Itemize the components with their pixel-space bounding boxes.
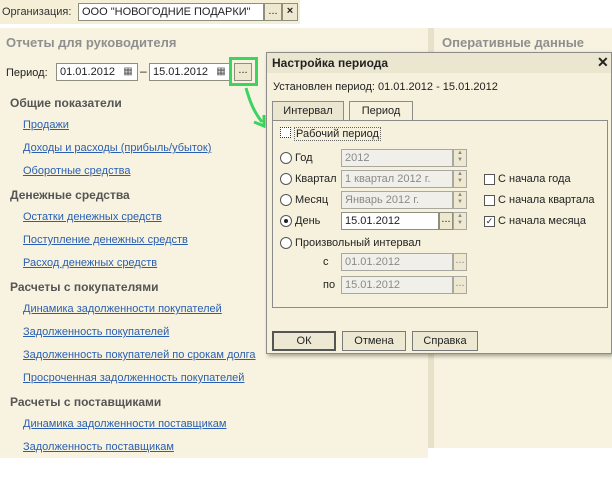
month-radio[interactable] xyxy=(280,194,292,206)
interval-from-field[interactable]: 01.01.2012 xyxy=(341,253,453,271)
working-period-label: Рабочий период xyxy=(294,127,381,141)
period-from-value: 01.01.2012 xyxy=(60,66,116,78)
day-radio[interactable] xyxy=(280,215,292,227)
month-stepper[interactable]: ▲ ▼ xyxy=(453,191,467,209)
day-label: День xyxy=(295,215,321,227)
tab-period[interactable]: Период xyxy=(349,101,413,121)
dialog-title: Настройка периода xyxy=(272,56,389,70)
calendar-icon[interactable]: ▦ xyxy=(121,64,135,80)
day-field[interactable]: 15.01.2012 xyxy=(341,212,439,230)
link-overdue-customer-debt[interactable]: Просроченная задолженность покупателей xyxy=(23,372,244,384)
organization-field[interactable]: ООО "НОВОГОДНИЕ ПОДАРКИ" xyxy=(78,3,264,21)
link-customer-debt[interactable]: Задолженность покупателей xyxy=(23,326,169,338)
link-supplier-debt[interactable]: Задолженность поставщикам xyxy=(23,441,174,453)
day-select-button[interactable]: ... xyxy=(439,212,453,230)
quarter-stepper[interactable]: ▲ ▼ xyxy=(453,170,467,188)
tab-interval[interactable]: Интервал xyxy=(272,101,344,120)
month-label: Месяц xyxy=(295,194,329,206)
link-customer-debt-dynamics[interactable]: Динамика задолженности покупателей xyxy=(23,303,222,315)
period-to-field[interactable]: 15.01.2012 ▦ xyxy=(149,63,231,81)
month-start-label: С начала месяца xyxy=(498,215,586,227)
quarter-radio[interactable] xyxy=(280,173,292,185)
month-start-checkbox[interactable]: ✓ xyxy=(484,216,495,227)
link-working-capital[interactable]: Оборотные средства xyxy=(23,165,130,177)
period-dash: – xyxy=(140,64,147,78)
period-settings-dialog: Настройка периода ✕ Установлен период: 0… xyxy=(266,52,612,354)
period-select-button[interactable]: ... xyxy=(234,63,252,81)
link-cash-receipts[interactable]: Поступление денежных средств xyxy=(23,234,188,246)
organization-clear-button[interactable]: × xyxy=(282,3,298,21)
quarter-start-label: С начала квартала xyxy=(498,194,595,206)
quarter-field[interactable]: 1 квартал 2012 г. xyxy=(341,170,453,188)
link-cash-balance[interactable]: Остатки денежных средств xyxy=(23,211,162,223)
help-button[interactable]: Справка xyxy=(412,331,478,351)
link-sales[interactable]: Продажи xyxy=(23,119,69,131)
arbitrary-interval-radio[interactable] xyxy=(280,237,292,249)
interval-to-field[interactable]: 15.01.2012 xyxy=(341,276,453,294)
interval-to-select-button[interactable]: ... xyxy=(453,276,467,294)
section-customers: Расчеты с покупателями xyxy=(10,280,159,294)
ok-button[interactable]: ОК xyxy=(272,331,336,351)
year-radio[interactable] xyxy=(280,152,292,164)
section-cash: Денежные средства xyxy=(10,188,130,202)
interval-from-select-button[interactable]: ... xyxy=(453,253,467,271)
year-stepper[interactable]: ▲ ▼ xyxy=(453,149,467,167)
year-label: Год xyxy=(295,152,313,164)
day-stepper[interactable]: ▲ ▼ xyxy=(453,212,467,230)
year-field[interactable]: 2012 xyxy=(341,149,453,167)
cancel-button[interactable]: Отмена xyxy=(342,331,406,351)
reports-panel-title: Отчеты для руководителя xyxy=(6,35,177,50)
month-field[interactable]: Январь 2012 г. xyxy=(341,191,453,209)
organization-select-button[interactable]: ... xyxy=(264,3,282,21)
period-label: Период: xyxy=(6,67,48,79)
interval-to-label: по xyxy=(323,279,336,291)
link-customer-debt-by-terms[interactable]: Задолженность покупателей по срокам долг… xyxy=(23,349,256,361)
dialog-period-info: Установлен период: 01.01.2012 - 15.01.20… xyxy=(273,81,498,93)
quarter-label: Квартал xyxy=(295,173,337,185)
link-income-expenses[interactable]: Доходы и расходы (прибыль/убыток) xyxy=(23,142,211,154)
calendar-icon[interactable]: ▦ xyxy=(214,64,228,80)
interval-from-label: с xyxy=(323,256,329,268)
close-icon[interactable]: ✕ xyxy=(597,54,609,71)
quarter-start-checkbox[interactable] xyxy=(484,195,495,206)
section-general: Общие показатели xyxy=(10,96,122,110)
period-to-value: 15.01.2012 xyxy=(153,66,209,78)
year-start-checkbox[interactable] xyxy=(484,174,495,185)
arbitrary-interval-label: Произвольный интервал xyxy=(295,237,421,249)
operational-panel-title: Оперативные данные xyxy=(442,35,585,50)
link-supplier-debt-dynamics[interactable]: Динамика задолженности поставщикам xyxy=(23,418,226,430)
organization-label: Организация: xyxy=(2,6,72,18)
period-from-field[interactable]: 01.01.2012 ▦ xyxy=(56,63,138,81)
arrow-icon xyxy=(244,87,266,129)
section-suppliers: Расчеты с поставщиками xyxy=(10,395,162,409)
year-start-label: С начала года xyxy=(498,173,571,185)
link-cash-outflow[interactable]: Расход денежных средств xyxy=(23,257,157,269)
working-period-checkbox[interactable] xyxy=(280,127,291,138)
